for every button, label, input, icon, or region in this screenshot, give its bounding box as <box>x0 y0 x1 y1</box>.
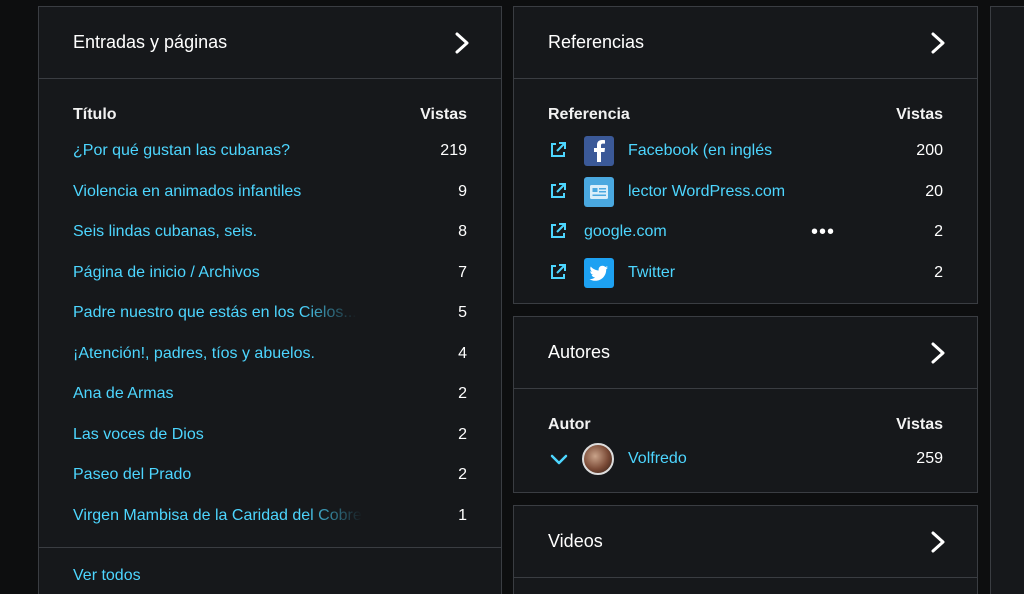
view-all-container: Ver todos <box>73 567 141 585</box>
posts-panel: Entradas y páginas Título Vistas ¿Por qu… <box>38 6 502 594</box>
external-link-icon[interactable] <box>548 140 570 162</box>
chevron-right-icon[interactable] <box>451 32 473 54</box>
authors-table: Autor Vistas Volfredo 259 <box>514 389 977 480</box>
referrer-name[interactable]: google.com <box>584 223 667 241</box>
author-views: 259 <box>916 450 943 468</box>
referrer-views: 2 <box>934 263 943 281</box>
post-title-link[interactable]: Violencia en animados infantiles <box>73 183 301 201</box>
videos-panel: Videos <box>513 505 978 594</box>
referrers-panel-title: Referencias <box>548 32 645 52</box>
wordpress-reader-icon <box>584 176 614 207</box>
chevron-right-icon[interactable] <box>927 531 949 553</box>
external-link-icon[interactable] <box>548 181 570 203</box>
post-row: Padre nuestro que estás en los Cielos...… <box>73 293 467 334</box>
posts-panel-title: Entradas y páginas <box>73 32 228 52</box>
column-referrer: Referencia <box>548 106 630 123</box>
referrer-row-twitter: Twitter 2 <box>548 253 943 294</box>
post-row: Paseo del Prado 2 <box>73 455 467 496</box>
stats-dashboard: Entradas y páginas Título Vistas ¿Por qu… <box>0 0 1024 594</box>
post-title-link[interactable]: Paseo del Prado <box>73 466 191 484</box>
post-row: Violencia en animados infantiles 9 <box>73 172 467 213</box>
post-title-link[interactable]: Seis lindas cubanas, seis. <box>73 223 257 241</box>
referrers-panel: Referencias Referencia Vistas Facebook ( <box>513 6 978 304</box>
videos-panel-header[interactable]: Videos <box>514 506 977 578</box>
more-options-icon[interactable]: ••• <box>811 222 835 242</box>
post-views: 7 <box>458 263 467 281</box>
view-all-link[interactable]: Ver todos <box>73 567 141 584</box>
referrers-table-header: Referencia Vistas <box>548 103 943 127</box>
partial-panel-right <box>990 6 1024 594</box>
referrer-row-google: google.com ••• 2 <box>548 212 943 253</box>
column-views: Vistas <box>896 416 943 433</box>
authors-panel-title: Autores <box>548 342 611 362</box>
external-link-icon[interactable] <box>548 262 570 284</box>
chevron-down-icon[interactable] <box>548 448 570 470</box>
posts-rows: ¿Por qué gustan las cubanas? 219 Violencia… <box>73 131 467 536</box>
post-title-link[interactable]: Ana de Armas <box>73 385 174 403</box>
chevron-right-icon[interactable] <box>927 32 949 54</box>
posts-table-header: Título Vistas <box>73 103 467 127</box>
post-row: Seis lindas cubanas, seis. 8 <box>73 212 467 253</box>
author-row: Volfredo 259 <box>548 439 943 480</box>
post-title-link[interactable]: ¡Atención!, padres, tíos y abuelos. <box>73 345 315 363</box>
external-link-icon[interactable] <box>548 221 570 243</box>
referrer-views: 20 <box>925 182 943 200</box>
avatar <box>582 443 614 476</box>
post-views: 219 <box>440 142 467 160</box>
post-title-link[interactable]: Las voces de Dios <box>73 426 204 444</box>
posts-table: Título Vistas ¿Por qué gustan las cubana… <box>39 79 501 536</box>
post-views: 2 <box>458 425 467 443</box>
column-title: Título <box>73 106 117 123</box>
column-author: Autor <box>548 416 591 433</box>
videos-panel-title: Videos <box>548 531 603 551</box>
author-name[interactable]: Volfredo <box>628 450 687 468</box>
referrers-table: Referencia Vistas Facebook (en inglés 20… <box>514 79 977 293</box>
post-row: Las voces de Dios 2 <box>73 415 467 456</box>
post-views: 8 <box>458 223 467 241</box>
post-views: 1 <box>458 506 467 524</box>
post-title-link[interactable]: Padre nuestro que estás en los Cielos... <box>73 304 357 322</box>
twitter-icon <box>584 257 614 288</box>
posts-panel-header[interactable]: Entradas y páginas <box>39 7 501 79</box>
post-views: 4 <box>458 344 467 362</box>
post-row: Virgen Mambisa de la Caridad del Cobre 1 <box>73 496 467 537</box>
posts-divider <box>39 547 501 548</box>
post-views: 5 <box>458 304 467 322</box>
referrers-panel-header[interactable]: Referencias <box>514 7 977 79</box>
referrer-name[interactable]: Twitter <box>628 264 675 282</box>
referrer-row-facebook: Facebook (en inglés 200 <box>548 131 943 172</box>
authors-panel-header[interactable]: Autores <box>514 317 977 389</box>
post-title-link[interactable]: Página de inicio / Archivos <box>73 264 260 282</box>
referrer-views: 2 <box>934 223 943 241</box>
authors-panel: Autores Autor Vistas Volfredo 259 <box>513 316 978 493</box>
referrer-name[interactable]: Facebook (en inglés <box>628 142 772 160</box>
referrer-name[interactable]: lector WordPress.com <box>628 183 785 201</box>
authors-table-header: Autor Vistas <box>548 413 943 437</box>
facebook-icon <box>584 136 614 167</box>
referrer-row-wordpress-reader: lector WordPress.com 20 <box>548 172 943 213</box>
post-row: ¡Atención!, padres, tíos y abuelos. 4 <box>73 334 467 375</box>
post-views: 9 <box>458 182 467 200</box>
chevron-right-icon[interactable] <box>927 342 949 364</box>
post-title-link[interactable]: ¿Por qué gustan las cubanas? <box>73 142 290 160</box>
column-views: Vistas <box>896 106 943 123</box>
post-row: Ana de Armas 2 <box>73 374 467 415</box>
post-views: 2 <box>458 385 467 403</box>
post-row: Página de inicio / Archivos 7 <box>73 253 467 294</box>
column-views: Vistas <box>420 106 467 123</box>
referrer-views: 200 <box>916 142 943 160</box>
post-row: ¿Por qué gustan las cubanas? 219 <box>73 131 467 172</box>
post-title-link[interactable]: Virgen Mambisa de la Caridad del Cobre <box>73 507 362 525</box>
post-views: 2 <box>458 466 467 484</box>
